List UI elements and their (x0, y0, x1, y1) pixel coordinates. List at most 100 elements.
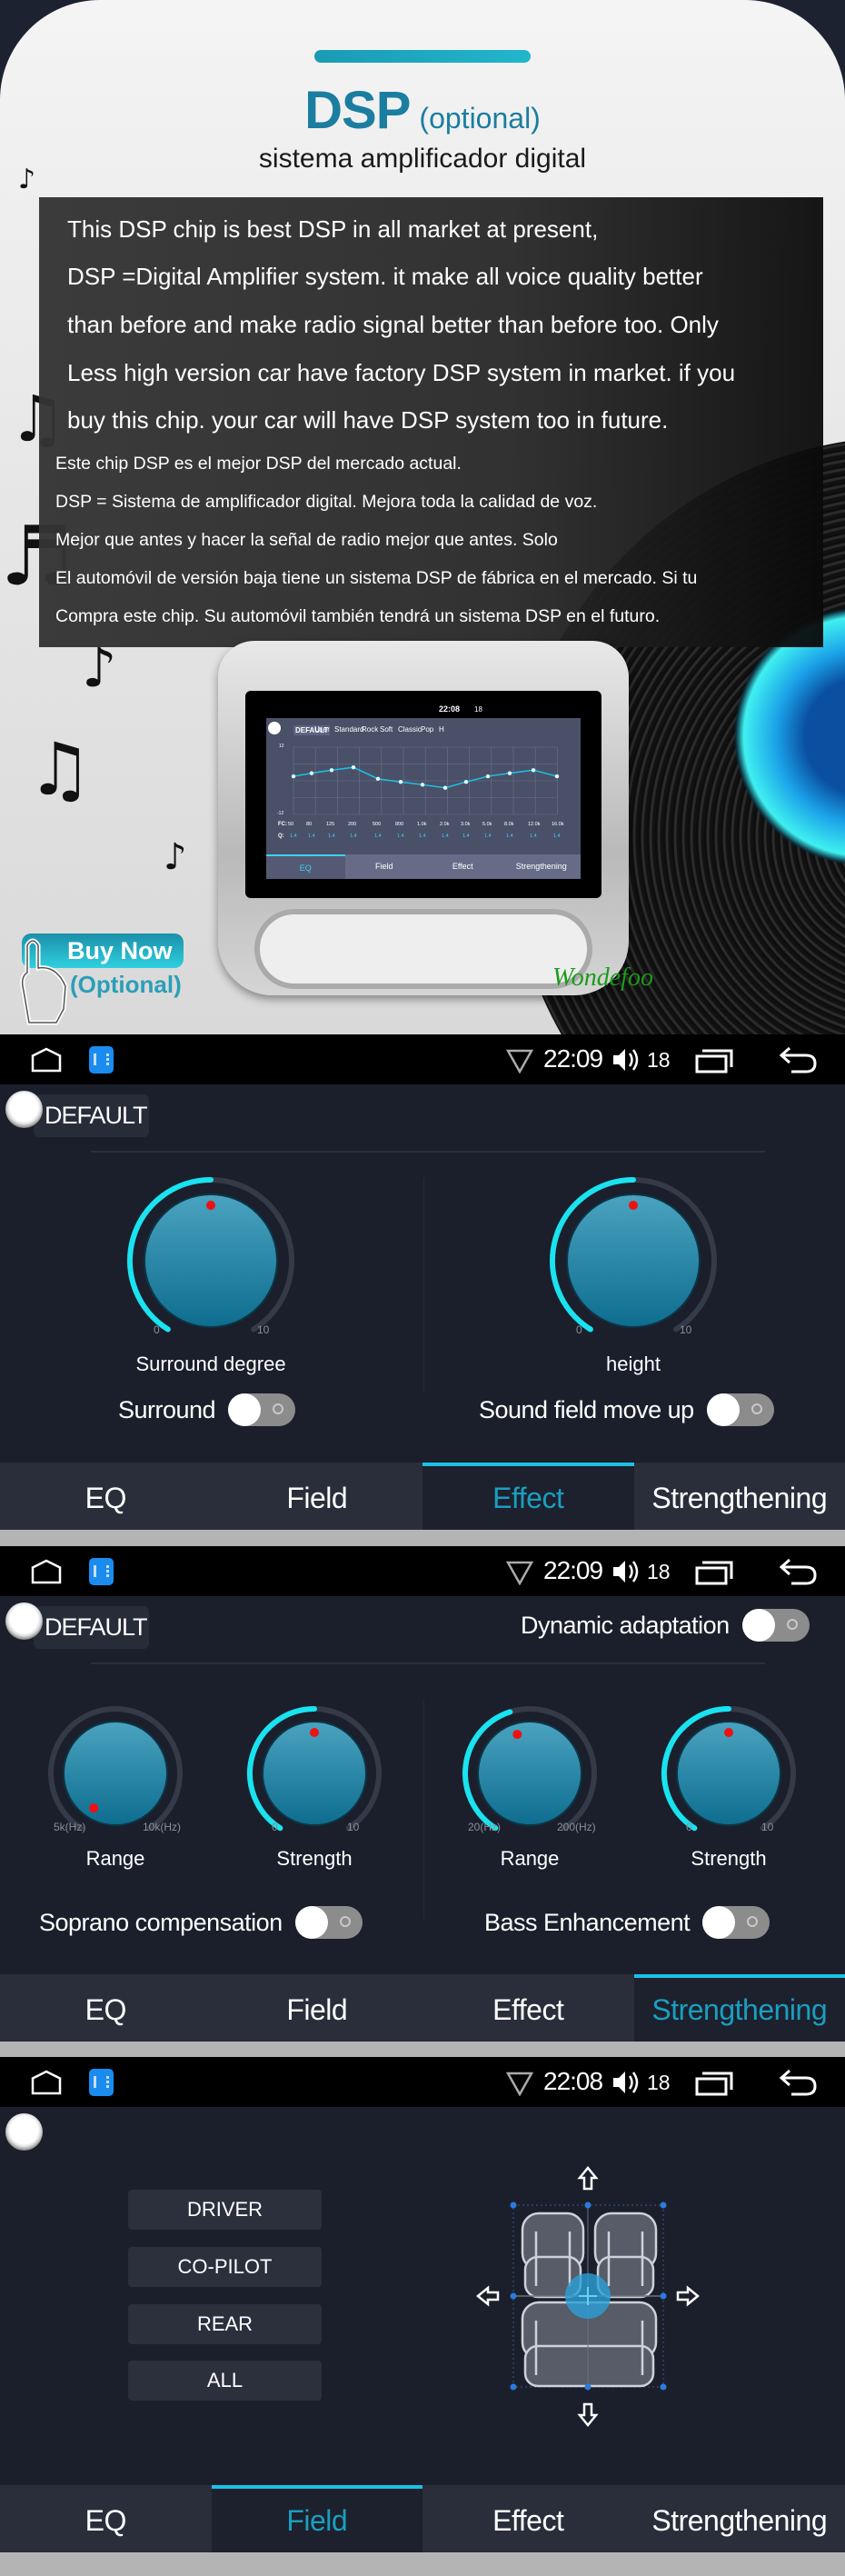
spanish-line: Compra este chip. Su automóvil también t… (55, 606, 661, 626)
knob-label: height (606, 1353, 661, 1375)
band-frequency: 16.0k (552, 822, 564, 827)
band-frequency: 125 (326, 822, 335, 827)
band-q: 1.4 (462, 834, 470, 839)
knob-min-label: 0 (576, 1323, 582, 1336)
brand-logo: Wondefoo (552, 964, 653, 992)
toggle-row: Surround (118, 1393, 296, 1426)
knob[interactable] (0, 1546, 845, 2042)
toggle-label: Sound field move up (479, 1395, 694, 1423)
toggle-label: Surround (118, 1395, 216, 1423)
gain-max: 12 (279, 744, 284, 749)
knob-min-label: 0 (686, 1821, 692, 1833)
eq-point (351, 765, 356, 770)
eq-point (442, 785, 448, 790)
description-box: This DSP chip is best DSP in all market … (39, 197, 823, 647)
field-panel: 22:08 18 DRIVER CO-PILOT REAR ALL EQ Field Ef… (0, 2057, 845, 2552)
toggle-switch[interactable] (228, 1393, 296, 1426)
tab-bar: EQ Field Effect Strengthening (0, 1463, 845, 1530)
preview-eq-chart (291, 746, 560, 815)
toggle-switch[interactable] (706, 1393, 774, 1426)
toggle-switch[interactable] (294, 1906, 363, 1939)
english-line: buy this chip. your car will have DSP sy… (67, 406, 669, 434)
tab-bar: EQ Field Effect Strengthening (0, 2485, 845, 2552)
spanish-line: DSP = Sistema de amplificador digital. M… (55, 492, 598, 512)
english-line: DSP =Digital Amplifier system. it make a… (67, 263, 703, 290)
knob-dial[interactable] (566, 1193, 701, 1328)
hand-pointer-icon (20, 938, 68, 1025)
english-line: Less high version car have factory DSP s… (67, 359, 736, 386)
arrow-up-icon[interactable] (577, 2166, 599, 2191)
eq-point (531, 768, 536, 773)
preview-tab: Strengthening (515, 862, 567, 871)
band-q: 1.4 (350, 834, 357, 839)
band-frequency: 500 (373, 822, 382, 827)
toggle-label: Bass Enhancement (484, 1908, 691, 1936)
knob-max-label: 10 (680, 1323, 692, 1336)
head-unit-vent (254, 909, 592, 989)
english-line: than before and make radio signal better… (67, 311, 719, 338)
eq-point (375, 776, 381, 782)
music-note-icon: ♫ (27, 727, 93, 812)
band-q: 1.4 (530, 834, 537, 839)
eq-point (554, 774, 560, 779)
tab-field[interactable]: Field (212, 1463, 423, 1530)
tab-bar: EQ Field Effect Strengthening (0, 1974, 845, 2042)
knob-dial[interactable] (676, 1721, 781, 1826)
band-q: 1.4 (328, 834, 335, 839)
eq-preview-screen: 22:08 18 DEFAULT User Standard Rock Soft Clas… (266, 702, 581, 879)
band-frequency: 1.0k (417, 822, 427, 827)
arrow-left-icon[interactable] (476, 2285, 500, 2307)
band-frequency: 5.0k (482, 822, 492, 827)
tab-field[interactable]: Field (212, 1974, 423, 2042)
eq-point (398, 780, 403, 784)
knob[interactable] (0, 1034, 845, 1530)
band-frequency: 12.0k (528, 822, 541, 827)
promo-title: DSP (optional) (0, 80, 845, 141)
title-main: DSP (304, 81, 411, 140)
tab-effect[interactable]: Effect (422, 2485, 634, 2552)
toggle-row: Sound field move up (479, 1393, 774, 1426)
spanish-line: Este chip DSP es el mejor DSP del mercad… (55, 454, 462, 474)
band-q: 1.4 (484, 834, 492, 839)
tab-strengthening[interactable]: Strengthening (633, 1974, 845, 2042)
eq-point (485, 774, 491, 779)
buy-optional-label: (Optional) (70, 971, 182, 998)
band-frequency: 800 (395, 822, 404, 827)
band-q: 1.4 (374, 834, 382, 839)
band-frequency: 3.0k (461, 822, 471, 827)
eq-point (309, 771, 314, 775)
preview-tab: Field (374, 862, 393, 871)
band-q: 1.4 (442, 834, 449, 839)
tab-strengthening[interactable]: Strengthening (634, 2485, 845, 2552)
strengthening-panel: 22:09 18 DEFAULT Dynamic adaptation 5k(Hz… (0, 1546, 845, 2042)
spanish-line: El automóvil de versión baja tiene un si… (55, 568, 698, 588)
arrow-right-icon[interactable] (676, 2285, 700, 2307)
tab-effect[interactable]: Effect (422, 1463, 634, 1530)
spanish-line: Mejor que antes y hacer la señal de radi… (55, 530, 558, 550)
eq-point (291, 774, 296, 779)
arrow-down-icon[interactable] (577, 2402, 599, 2427)
band-frequency: 2.0k (440, 822, 450, 827)
toggle-switch[interactable] (702, 1906, 770, 1939)
preview-tab: EQ (266, 854, 345, 879)
sound-field-map[interactable] (0, 2057, 845, 2485)
toggle-row: Soprano compensation (39, 1906, 363, 1939)
band-q: 1.4 (397, 834, 404, 839)
knob-max-label: 10 (761, 1821, 774, 1833)
band-frequency: 50 (288, 822, 294, 827)
promo-subtitle: sistema amplificador digital (258, 144, 587, 174)
english-line: This DSP chip is best DSP in all market … (67, 215, 599, 243)
band-q: 1.4 (419, 834, 426, 839)
tab-effect[interactable]: Effect (422, 1974, 634, 2042)
toggle-row: Bass Enhancement (484, 1906, 770, 1939)
tab-field[interactable]: Field (211, 2485, 422, 2552)
tab-strengthening[interactable]: Strengthening (634, 1463, 845, 1530)
effect-panel: 22:09 18 DEFAULT 0 10 Surround degree 0 … (0, 1034, 845, 1530)
title-suffix: (optional) (419, 102, 541, 135)
fc-label: FC: (278, 822, 287, 827)
tab-eq[interactable]: EQ (0, 2485, 212, 2552)
tab-eq[interactable]: EQ (0, 1463, 212, 1530)
eq-point (507, 771, 512, 775)
q-label: Q: (278, 834, 284, 839)
tab-eq[interactable]: EQ (0, 1974, 212, 2042)
